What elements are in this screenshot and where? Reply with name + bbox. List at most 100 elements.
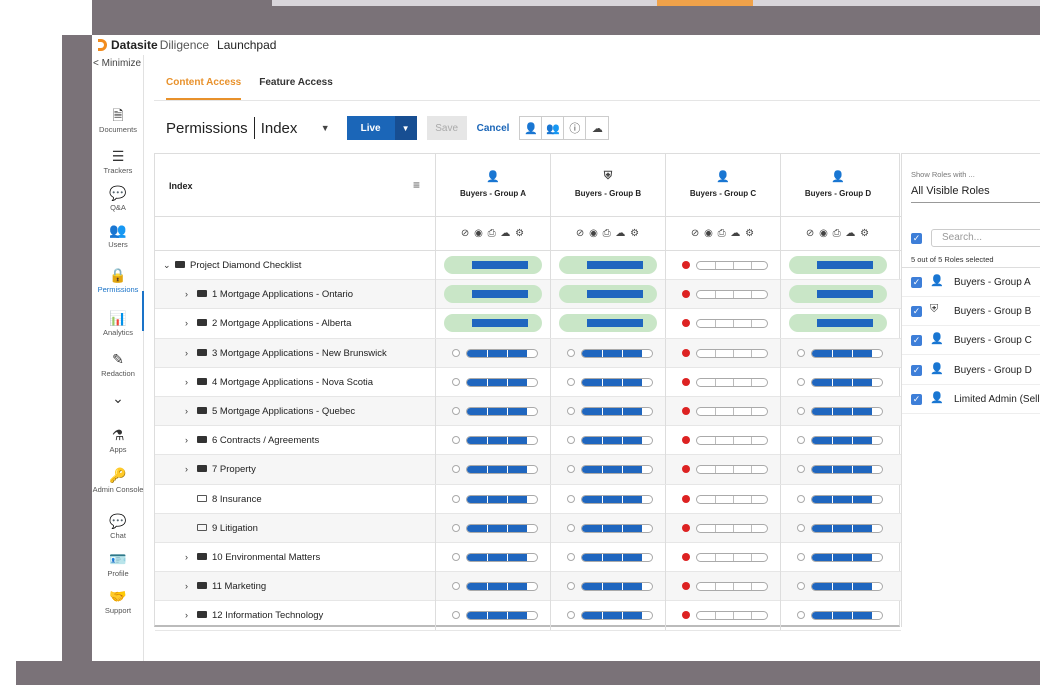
permission-slider[interactable] [696, 407, 768, 416]
inherit-radio[interactable] [452, 553, 460, 561]
sidebar-item-q-a[interactable]: 💬 Q&A [92, 185, 144, 212]
add-group-icon[interactable]: 👥 [542, 117, 565, 139]
roles-search-input[interactable]: Search... [931, 229, 1040, 247]
permission-cell[interactable] [435, 426, 550, 456]
permission-slider[interactable] [696, 611, 768, 621]
chevron-right-icon[interactable]: › [185, 280, 197, 309]
permission-cell[interactable] [550, 601, 665, 631]
permission-slider[interactable] [811, 611, 883, 621]
table-row[interactable]: › 7 Property [155, 455, 901, 485]
permission-slider[interactable] [696, 319, 768, 329]
permission-slider[interactable] [696, 523, 768, 533]
permission-slider[interactable] [581, 436, 653, 446]
permission-cell[interactable] [780, 309, 895, 339]
permission-cell[interactable] [435, 338, 550, 368]
role-checkbox[interactable]: ✓ [911, 306, 922, 318]
sidebar-item-support[interactable]: 🤝 Support [92, 588, 144, 615]
permission-cell[interactable] [435, 280, 550, 310]
inherit-radio[interactable] [567, 582, 575, 591]
inherit-radio[interactable] [452, 582, 460, 591]
permission-slider[interactable] [581, 553, 653, 562]
role-item[interactable]: ✓ 👤 Limited Admin (Sell [902, 385, 1040, 414]
deny-dot[interactable] [682, 465, 690, 474]
table-row[interactable]: › 6 Contracts / Agreements [155, 426, 901, 456]
live-dropdown-icon[interactable]: ▼ [394, 116, 417, 140]
table-row[interactable]: › 3 Mortgage Applications - New Brunswick [155, 338, 901, 368]
deny-dot[interactable] [682, 553, 690, 561]
permission-cell[interactable] [550, 572, 665, 602]
permission-slider[interactable] [811, 553, 883, 562]
sidebar-item-apps[interactable]: ⚗ Apps [92, 427, 144, 454]
permission-cell[interactable] [435, 543, 550, 572]
permission-cell[interactable] [550, 484, 665, 514]
chevron-right-icon[interactable]: › [185, 543, 197, 572]
table-row[interactable]: › 11 Marketing [155, 572, 901, 602]
permission-cell[interactable] [665, 309, 780, 339]
inherit-radio[interactable] [452, 377, 460, 386]
permission-slider[interactable] [696, 348, 768, 358]
sidebar-item-permissions[interactable]: 🔒 Permissions [92, 267, 144, 294]
permission-slider[interactable] [811, 494, 883, 504]
permission-cell[interactable] [665, 280, 780, 310]
permission-cell[interactable] [780, 397, 895, 426]
show-roles-select[interactable]: All Visible Roles [911, 185, 990, 197]
role-item[interactable]: ✓ 👤 Buyers - Group D [902, 356, 1040, 385]
permission-slider[interactable] [466, 465, 538, 475]
permission-cell[interactable] [435, 251, 550, 280]
deny-dot[interactable] [682, 523, 690, 532]
permission-cell[interactable] [780, 455, 895, 485]
permission-cell[interactable] [435, 601, 550, 631]
table-row[interactable]: 8 Insurance [155, 484, 901, 514]
permission-full-bar[interactable] [444, 285, 542, 304]
permission-slider[interactable] [811, 465, 883, 475]
permission-cell[interactable] [550, 251, 665, 280]
permission-cell[interactable] [550, 397, 665, 426]
expand-chevron-icon[interactable]: ⌄ [163, 251, 175, 280]
permission-slider[interactable] [581, 582, 653, 592]
permission-cell[interactable] [435, 455, 550, 485]
sidebar-item-redaction[interactable]: ✎ Redaction [92, 351, 144, 378]
permission-cell[interactable] [550, 280, 665, 310]
permission-cell[interactable] [780, 513, 895, 543]
permission-cell[interactable] [550, 367, 665, 397]
permission-icons[interactable]: ⊘ ◉ ⎙ ☁ ⚙ [435, 217, 550, 251]
permission-slider[interactable] [811, 348, 883, 358]
permission-slider[interactable] [696, 290, 768, 300]
table-row[interactable]: › 10 Environmental Matters [155, 543, 901, 573]
permission-slider[interactable] [581, 611, 653, 621]
permission-cell[interactable] [665, 513, 780, 543]
permission-slider[interactable] [466, 436, 538, 446]
chevron-right-icon[interactable]: › [185, 455, 197, 484]
inherit-radio[interactable] [567, 407, 575, 415]
permission-cell[interactable] [435, 513, 550, 543]
permission-slider[interactable] [696, 582, 768, 592]
deny-dot[interactable] [682, 611, 690, 620]
table-row[interactable]: 9 Litigation [155, 513, 901, 543]
sidebar-item-admin-console[interactable]: 🔑 Admin Console [92, 467, 144, 494]
inherit-radio[interactable] [452, 611, 460, 620]
permission-full-bar[interactable] [559, 285, 657, 304]
permission-slider[interactable] [811, 582, 883, 592]
deny-dot[interactable] [682, 261, 690, 269]
permission-full-bar[interactable] [789, 314, 887, 333]
sidebar-item-trackers[interactable]: ☰ Trackers [92, 148, 144, 175]
permission-cell[interactable] [665, 572, 780, 602]
permission-cell[interactable] [665, 455, 780, 485]
permission-slider[interactable] [811, 523, 883, 533]
inherit-radio[interactable] [567, 611, 575, 620]
role-item[interactable]: ✓ ⛨ Buyers - Group B [902, 297, 1040, 327]
permission-cell[interactable] [665, 338, 780, 368]
deny-dot[interactable] [682, 582, 690, 591]
inherit-radio[interactable] [797, 494, 805, 503]
launchpad-link[interactable]: Launchpad [217, 38, 276, 52]
permission-cell[interactable] [665, 251, 780, 280]
inherit-radio[interactable] [797, 436, 805, 445]
permission-cell[interactable] [780, 338, 895, 368]
table-row[interactable]: › 1 Mortgage Applications - Ontario [155, 280, 901, 310]
permission-slider[interactable] [466, 582, 538, 592]
role-checkbox[interactable]: ✓ [911, 393, 922, 405]
inherit-radio[interactable] [797, 523, 805, 532]
chevron-right-icon[interactable]: › [185, 601, 197, 630]
chevron-right-icon[interactable]: › [185, 397, 197, 426]
permission-cell[interactable] [780, 601, 895, 631]
